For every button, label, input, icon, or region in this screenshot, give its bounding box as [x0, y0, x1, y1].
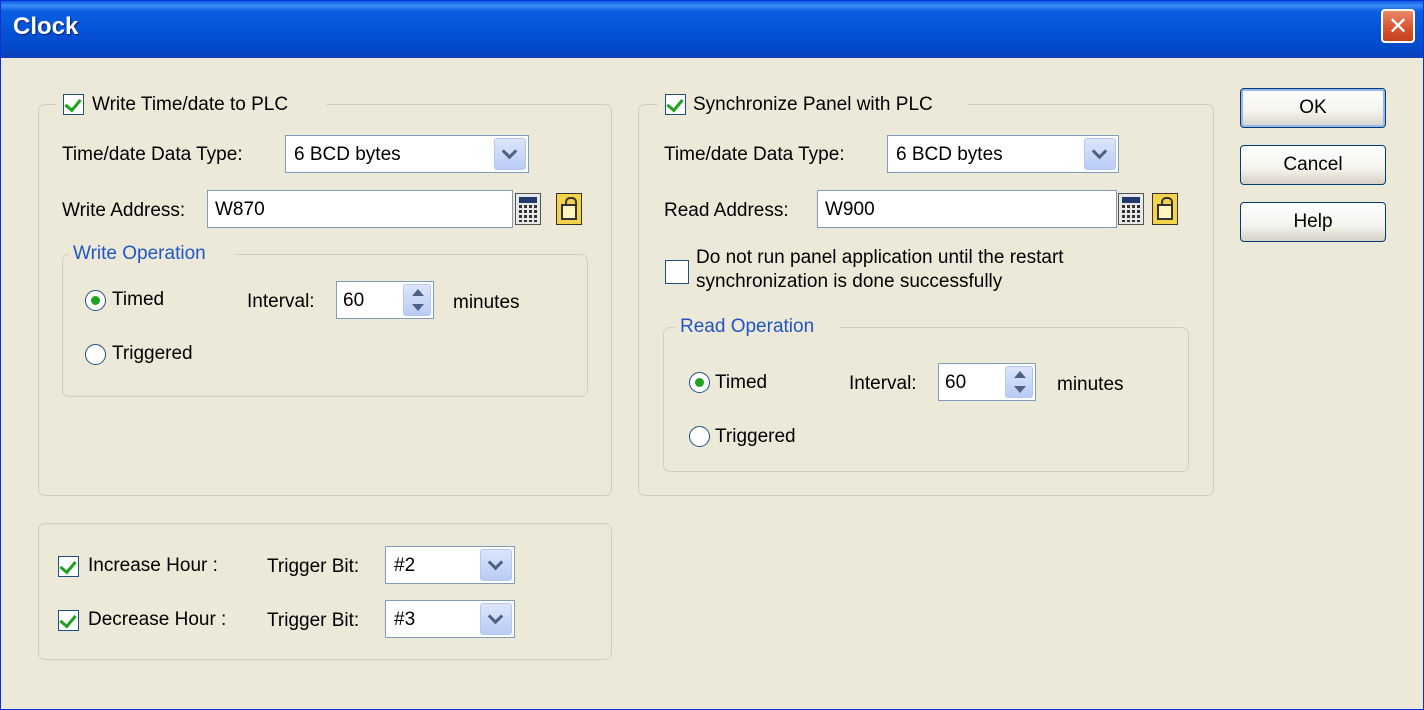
- cancel-button[interactable]: Cancel: [1240, 145, 1386, 185]
- decrease-trigger-value: #3: [394, 609, 416, 630]
- sync-panel-label: Synchronize Panel with PLC: [693, 94, 933, 115]
- spin-buttons[interactable]: [1005, 366, 1033, 398]
- ok-button[interactable]: OK: [1240, 88, 1386, 128]
- title-bar[interactable]: Clock ✕: [1, 1, 1423, 58]
- hour-adjust-group: [38, 523, 612, 660]
- tag-icon[interactable]: [1152, 193, 1178, 225]
- restart-sync-label-line2: synchronization is done successfully: [696, 271, 1003, 292]
- read-address-label: Read Address:: [664, 200, 789, 221]
- write-operation-legend: Write Operation: [73, 243, 206, 264]
- write-interval-unit: minutes: [453, 292, 520, 313]
- calculator-icon[interactable]: [515, 193, 541, 225]
- chevron-down-icon[interactable]: [1084, 138, 1116, 170]
- write-triggered-radio[interactable]: [85, 344, 106, 365]
- read-triggered-radio[interactable]: [689, 426, 710, 447]
- write-interval-label: Interval:: [247, 291, 315, 312]
- increase-trigger-select[interactable]: #2: [385, 546, 515, 584]
- write-address-field[interactable]: W870: [207, 190, 513, 228]
- sync-data-type-value: 6 BCD bytes: [896, 144, 1003, 165]
- close-icon: ✕: [1387, 12, 1409, 40]
- checkmark-icon: [59, 556, 77, 575]
- checkmark-icon: [666, 94, 684, 113]
- increase-trigger-value: #2: [394, 555, 416, 576]
- write-interval-stepper[interactable]: 60: [336, 281, 434, 319]
- read-timed-label: Timed: [715, 372, 768, 393]
- spin-down-icon[interactable]: [1014, 386, 1026, 393]
- checkmark-icon: [64, 94, 82, 113]
- close-button[interactable]: ✕: [1381, 9, 1415, 43]
- read-interval-stepper[interactable]: 60: [938, 363, 1036, 401]
- read-address-field[interactable]: W900: [817, 190, 1117, 228]
- chevron-down-icon[interactable]: [494, 138, 526, 170]
- write-address-value: W870: [215, 199, 265, 220]
- help-button[interactable]: Help: [1240, 202, 1386, 242]
- tag-icon[interactable]: [556, 193, 582, 225]
- spin-up-icon[interactable]: [412, 289, 424, 296]
- window-title: Clock: [13, 13, 79, 40]
- read-triggered-label: Triggered: [715, 426, 796, 447]
- spin-up-icon[interactable]: [1014, 371, 1026, 378]
- write-timed-radio[interactable]: [85, 290, 106, 311]
- clock-dialog: Clock ✕ Write Time/date to PLC Time/date…: [0, 0, 1424, 710]
- write-data-type-label: Time/date Data Type:: [62, 144, 243, 165]
- decrease-trigger-label: Trigger Bit:: [267, 610, 360, 631]
- spin-down-icon[interactable]: [412, 304, 424, 311]
- write-address-label: Write Address:: [62, 200, 186, 221]
- write-triggered-label: Triggered: [112, 343, 193, 364]
- write-data-type-value: 6 BCD bytes: [294, 144, 401, 165]
- decrease-hour-checkbox[interactable]: [58, 610, 79, 631]
- write-operation-group: [62, 254, 588, 397]
- restart-sync-checkbox[interactable]: [665, 260, 689, 284]
- chevron-down-icon[interactable]: [480, 549, 512, 581]
- read-timed-radio[interactable]: [689, 372, 710, 393]
- write-timed-label: Timed: [112, 289, 165, 310]
- decrease-trigger-select[interactable]: #3: [385, 600, 515, 638]
- checkmark-icon: [59, 610, 77, 629]
- read-operation-legend: Read Operation: [680, 316, 815, 337]
- read-interval-unit: minutes: [1057, 374, 1124, 395]
- increase-trigger-label: Trigger Bit:: [267, 556, 360, 577]
- write-data-type-select[interactable]: 6 BCD bytes: [285, 135, 529, 173]
- sync-data-type-label: Time/date Data Type:: [664, 144, 845, 165]
- write-time-checkbox[interactable]: [63, 94, 84, 115]
- read-operation-group: [663, 327, 1189, 472]
- calculator-icon[interactable]: [1118, 193, 1144, 225]
- chevron-down-icon[interactable]: [480, 603, 512, 635]
- spin-buttons[interactable]: [403, 284, 431, 316]
- read-interval-label: Interval:: [849, 373, 917, 394]
- decrease-hour-label: Decrease Hour :: [88, 609, 227, 630]
- read-address-value: W900: [825, 199, 875, 220]
- sync-panel-checkbox[interactable]: [665, 94, 686, 115]
- restart-sync-label-line1: Do not run panel application until the r…: [696, 247, 1064, 268]
- read-interval-value: 60: [945, 372, 967, 393]
- increase-hour-label: Increase Hour :: [88, 555, 218, 576]
- sync-data-type-select[interactable]: 6 BCD bytes: [887, 135, 1119, 173]
- write-interval-value: 60: [343, 290, 365, 311]
- increase-hour-checkbox[interactable]: [58, 556, 79, 577]
- write-time-label: Write Time/date to PLC: [92, 94, 289, 115]
